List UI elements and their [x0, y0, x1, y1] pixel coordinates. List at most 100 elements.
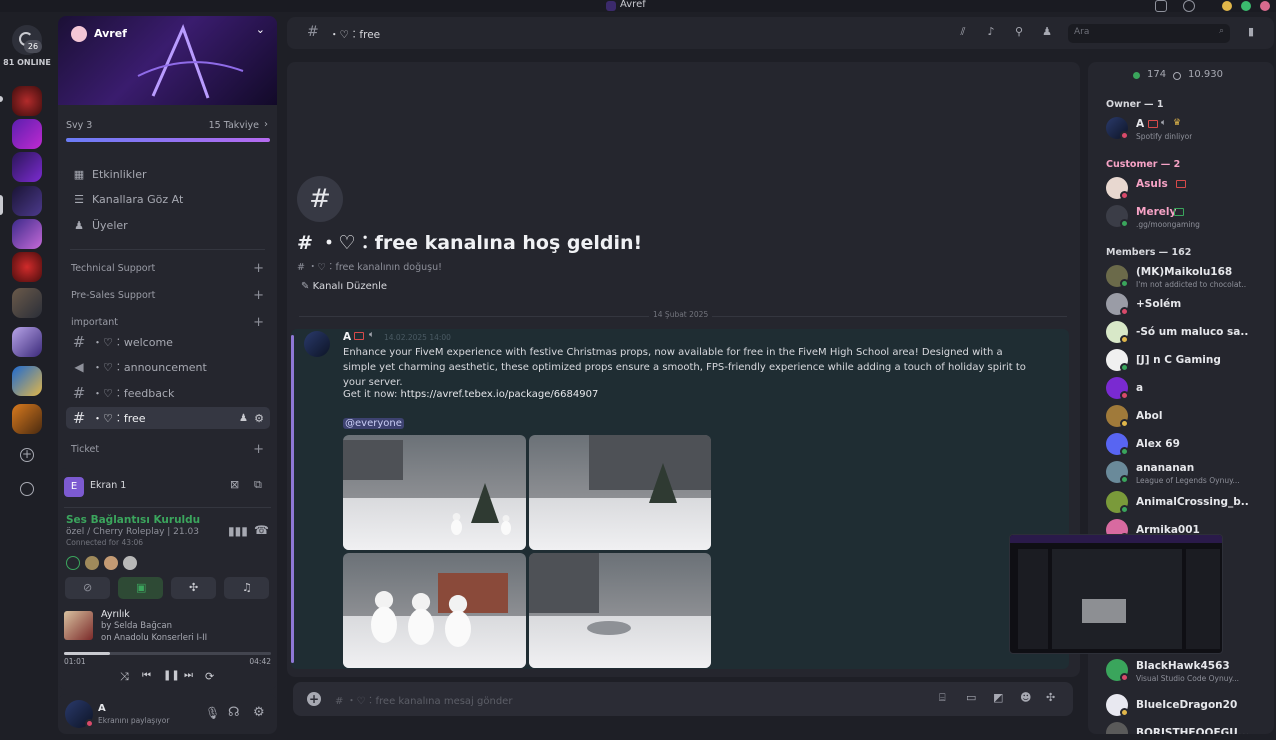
- member-item[interactable]: -Só um maluco sa...: [1106, 321, 1274, 349]
- server-icon[interactable]: [12, 252, 42, 282]
- disconnect-icon[interactable]: ☎: [254, 523, 269, 537]
- server-folder[interactable]: [12, 288, 42, 318]
- member-item[interactable]: +Solém: [1106, 293, 1274, 321]
- category-technical-support[interactable]: Technical Support: [71, 263, 155, 274]
- member-item[interactable]: BlueIceDragon20: [1106, 694, 1274, 722]
- stop-stream-icon[interactable]: ⊠: [230, 478, 239, 491]
- discover-icon[interactable]: [20, 482, 34, 496]
- emoji-icon[interactable]: ☻: [1020, 691, 1031, 704]
- shuffle-icon[interactable]: ⤨: [120, 670, 129, 684]
- server-banner[interactable]: Avref ⌄: [58, 16, 277, 105]
- search-input[interactable]: Ara ⌕: [1068, 24, 1230, 43]
- chevron-down-icon[interactable]: ⌄: [256, 23, 265, 36]
- participant-avatar[interactable]: [85, 556, 99, 570]
- everyone-mention[interactable]: @everyone: [343, 418, 404, 429]
- pin-icon[interactable]: ⚲: [1013, 26, 1025, 38]
- boost-count[interactable]: 15 Takviye: [209, 120, 259, 131]
- camera-button[interactable]: ⊘: [65, 577, 110, 599]
- add-channel-icon[interactable]: +: [253, 442, 264, 457]
- member-item[interactable]: a: [1106, 377, 1274, 405]
- author-avatar[interactable]: [304, 331, 330, 357]
- apps-icon[interactable]: ✣: [1046, 691, 1055, 704]
- microphone-icon[interactable]: 🎙︎: [205, 706, 220, 720]
- channel-free-selected[interactable]: # ・♡︰free ♟ ⚙: [66, 407, 270, 429]
- channel-welcome[interactable]: # ・♡︰welcome: [66, 331, 270, 353]
- picture-in-picture-stream[interactable]: [1009, 534, 1223, 654]
- next-icon[interactable]: ⏭: [184, 670, 193, 681]
- pause-icon[interactable]: ❚❚: [163, 670, 180, 681]
- attachment-image[interactable]: [343, 435, 526, 550]
- member-item[interactable]: Abol: [1106, 405, 1274, 433]
- help-icon[interactable]: [1183, 0, 1195, 12]
- voice-channel[interactable]: özel / Cherry Roleplay | 21.03: [66, 527, 199, 537]
- screen-share-button[interactable]: ▣: [118, 577, 163, 599]
- invite-icon[interactable]: ♟: [239, 413, 248, 424]
- participant-avatar[interactable]: [66, 556, 80, 570]
- mute-bell-icon[interactable]: ♪: [985, 26, 997, 38]
- category-ticket[interactable]: Ticket: [71, 444, 99, 455]
- previous-icon[interactable]: ⏮: [142, 670, 151, 681]
- song-album[interactable]: Anadolu Konserleri I-II: [114, 633, 207, 643]
- menu-item-events[interactable]: ▦ Etkinlikler: [66, 163, 270, 185]
- participant-avatar[interactable]: [123, 556, 137, 570]
- settings-icon[interactable]: ⚙: [253, 705, 265, 720]
- menu-item-browse-channels[interactable]: ☰ Kanallara Göz At: [66, 188, 270, 210]
- user-name[interactable]: A: [98, 703, 106, 714]
- message-composer[interactable]: + # ・♡︰free kanalına mesaj gönder ⌸ ▭ ◩ …: [293, 682, 1073, 716]
- server-folder[interactable]: [12, 404, 42, 434]
- server-folder[interactable]: [12, 327, 42, 357]
- category-pre-sales-support[interactable]: Pre-Sales Support: [71, 290, 155, 301]
- add-channel-icon[interactable]: +: [253, 261, 264, 276]
- sticker-icon[interactable]: ◩: [993, 691, 1003, 704]
- song-progress-track[interactable]: [64, 652, 271, 655]
- attachment-image[interactable]: [529, 553, 711, 668]
- add-attachment-icon[interactable]: +: [307, 692, 321, 706]
- participant-avatar[interactable]: [104, 556, 118, 570]
- server-folder[interactable]: [12, 366, 42, 396]
- member-item[interactable]: BlackHawk4563 Visual Studio Code Oynuy...: [1106, 659, 1274, 687]
- server-icon-avref[interactable]: [12, 186, 42, 216]
- inbox-icon[interactable]: ▮: [1245, 26, 1257, 38]
- member-item[interactable]: A 🔈︎ ♛ Spotify dinliyor: [1106, 117, 1274, 145]
- server-icon[interactable]: [12, 219, 42, 249]
- member-item[interactable]: (MK)Maikolu168 I'm not addicted to chocol…: [1106, 265, 1274, 293]
- minimize-button[interactable]: [1222, 1, 1232, 11]
- member-list-icon[interactable]: ♟: [1041, 26, 1053, 38]
- channel-announcement[interactable]: ◀ ・♡︰announcement: [66, 356, 270, 378]
- message-author[interactable]: A: [343, 331, 351, 343]
- message-link[interactable]: https://avref.tebex.io/package/6684907: [401, 389, 599, 400]
- member-item[interactable]: AnimalCrossing_b...: [1106, 491, 1274, 519]
- attachment-image[interactable]: [529, 435, 711, 550]
- server-icon[interactable]: [12, 152, 42, 182]
- add-channel-icon[interactable]: +: [253, 288, 264, 303]
- member-item[interactable]: anananan League of Legends Oynuy...: [1106, 461, 1274, 489]
- member-item[interactable]: [J] n C Gaming: [1106, 349, 1274, 377]
- maximize-button[interactable]: [1241, 1, 1251, 11]
- gift-icon[interactable]: ⌸: [939, 691, 946, 705]
- menu-item-members[interactable]: ♟ Üyeler: [66, 214, 270, 236]
- song-artist[interactable]: Selda Bağcan: [114, 621, 172, 631]
- server-icon[interactable]: [12, 119, 42, 149]
- threads-icon[interactable]: ⫽: [957, 26, 969, 38]
- member-item[interactable]: BORISTHEOOFGU...: [1106, 722, 1274, 734]
- member-item[interactable]: Asuls: [1106, 177, 1274, 205]
- gif-icon[interactable]: ▭: [966, 691, 976, 704]
- headphones-icon[interactable]: ☊: [228, 705, 240, 720]
- message[interactable]: A 🔈︎ 14.02.2025 14:00 Enhance your FiveM…: [291, 329, 1069, 669]
- add-channel-icon[interactable]: +: [253, 315, 264, 330]
- gear-icon[interactable]: ⚙: [254, 412, 264, 425]
- member-item[interactable]: Alex 69: [1106, 433, 1274, 461]
- edit-channel-button[interactable]: ✎ Kanalı Düzenle: [301, 281, 387, 292]
- popout-icon[interactable]: ⧉: [254, 478, 262, 492]
- activities-button[interactable]: ✣: [171, 577, 216, 599]
- noise-icon[interactable]: ▮▮▮: [228, 524, 248, 538]
- add-server-icon[interactable]: +: [20, 448, 34, 462]
- song-title[interactable]: Ayrılık: [101, 609, 130, 620]
- soundboard-button[interactable]: ♫: [224, 577, 269, 599]
- attachment-image[interactable]: [343, 553, 526, 668]
- close-button[interactable]: [1260, 1, 1270, 11]
- member-item[interactable]: Merely .gg/moongaming: [1106, 205, 1274, 233]
- channel-feedback[interactable]: # ・♡︰feedback: [66, 382, 270, 404]
- category-important[interactable]: important: [71, 317, 118, 328]
- server-icon[interactable]: [12, 86, 42, 116]
